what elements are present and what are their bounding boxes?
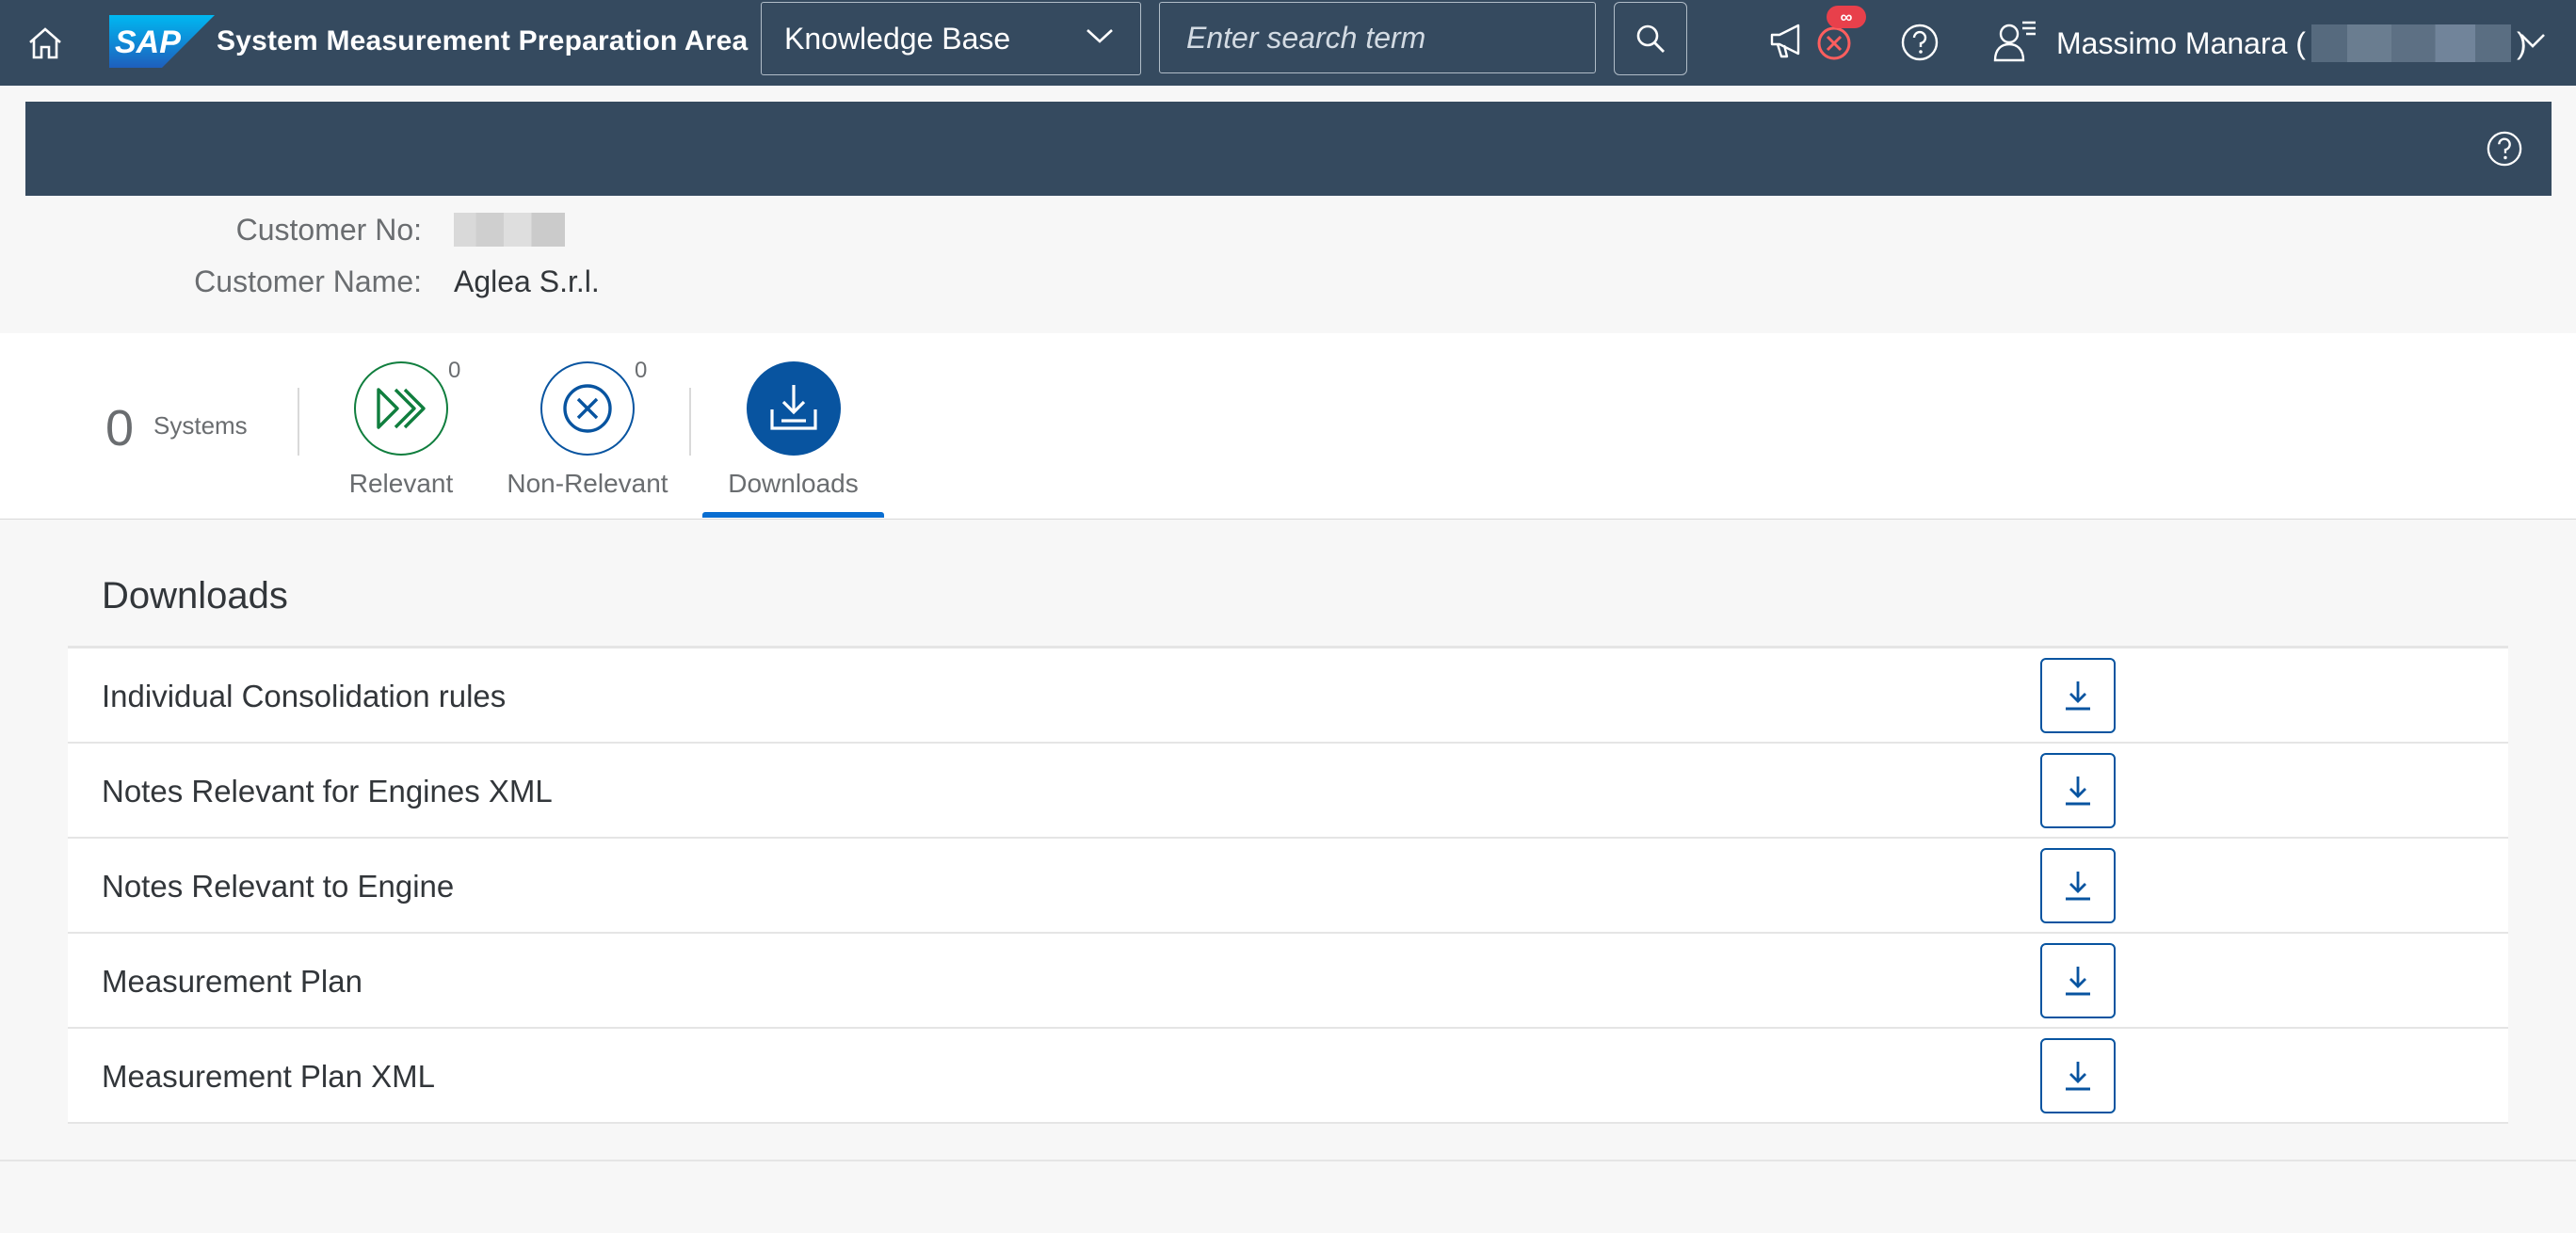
- download-icon: [2066, 681, 2090, 711]
- download-icon: [2066, 777, 2090, 806]
- tab-downloads[interactable]: Downloads: [725, 361, 861, 499]
- list-item: Notes Relevant to Engine: [68, 839, 2508, 934]
- search-icon: [1636, 24, 1665, 53]
- tab-relevant-label: Relevant: [348, 469, 454, 498]
- download-item-label: Notes Relevant to Engine: [102, 869, 455, 904]
- download-icon: [769, 385, 817, 430]
- download-icon: [2066, 872, 2090, 901]
- selected-tab-indicator: [702, 512, 884, 518]
- tab-non-relevant[interactable]: 0 Non-Relevant: [503, 358, 672, 499]
- user-name-text: Massimo Manara (: [2056, 25, 2306, 60]
- search-button[interactable]: [1614, 2, 1687, 75]
- systems-label: Systems: [153, 411, 248, 440]
- select-value: Knowledge Base: [784, 21, 1011, 56]
- list-item: Measurement Plan: [68, 934, 2508, 1029]
- customer-no-label: Customer No:: [235, 213, 422, 247]
- knowledge-base-select[interactable]: Knowledge Base: [761, 2, 1141, 75]
- list-item: Individual Consolidation rules: [68, 649, 2508, 744]
- non-relevant-count: 0: [635, 358, 648, 383]
- download-button[interactable]: [2040, 753, 2116, 828]
- list-item: Measurement Plan XML: [68, 1029, 2508, 1124]
- help-icon[interactable]: [2486, 130, 2523, 168]
- download-item-label: Measurement Plan: [102, 964, 362, 999]
- app-title: System Measurement Preparation Area: [217, 25, 749, 56]
- download-item-label: Notes Relevant for Engines XML: [102, 774, 553, 809]
- downloads-title: Downloads: [102, 575, 288, 616]
- download-button[interactable]: [2040, 848, 2116, 923]
- download-icon: [2066, 1062, 2090, 1091]
- notification-badge: ∞: [1827, 6, 1866, 28]
- user-icon[interactable]: [1992, 19, 2037, 64]
- tab-non-relevant-label: Non-Relevant: [507, 469, 668, 498]
- chevron-down-icon[interactable]: [2520, 32, 2546, 49]
- sap-logo[interactable]: SAP: [109, 15, 215, 72]
- non-relevant-icon-circle: [540, 361, 635, 456]
- chevron-down-icon: [1087, 29, 1113, 43]
- icon-tab-bar: 0 Systems 0 Relevant 0 Non-Relevant Down…: [0, 333, 2576, 520]
- page-header-bar: [25, 102, 2552, 196]
- shell-bar: SAP System Measurement Preparation Area …: [0, 0, 2576, 86]
- error-icon[interactable]: [1815, 24, 1853, 62]
- downloads-icon-circle: [746, 361, 841, 456]
- list-item: Notes Relevant for Engines XML: [68, 744, 2508, 839]
- tab-separator: [298, 388, 299, 456]
- download-icon: [2066, 967, 2090, 996]
- download-item-label: Individual Consolidation rules: [102, 679, 507, 713]
- systems-count: 0: [105, 400, 135, 456]
- download-button[interactable]: [2040, 943, 2116, 1018]
- download-button[interactable]: [2040, 1038, 2116, 1113]
- user-menu[interactable]: Massimo Manara ( ): [2056, 24, 2527, 62]
- home-icon: [29, 27, 61, 59]
- decline-icon: [563, 384, 612, 433]
- download-item-label: Measurement Plan XML: [102, 1059, 435, 1094]
- redacted-user-id: [2310, 24, 2511, 62]
- megaphone-icon[interactable]: [1768, 21, 1806, 60]
- customer-name-label: Customer Name:: [194, 264, 422, 298]
- relevant-icon-circle: [354, 361, 448, 456]
- help-icon[interactable]: [1900, 23, 1940, 62]
- tab-relevant[interactable]: 0 Relevant: [345, 358, 461, 499]
- redacted-customer-no: [454, 213, 565, 247]
- customer-name-value: Aglea S.r.l.: [454, 264, 600, 298]
- tab-separator: [689, 388, 691, 456]
- home-button[interactable]: [21, 19, 70, 68]
- search-input[interactable]: [1159, 2, 1596, 73]
- download-button[interactable]: [2040, 658, 2116, 733]
- relevant-count: 0: [448, 358, 461, 383]
- svg-text:SAP: SAP: [115, 24, 181, 60]
- footer-divider: [0, 1160, 2576, 1161]
- tab-downloads-label: Downloads: [728, 469, 859, 498]
- downloads-list: Individual Consolidation rules Notes Rel…: [68, 646, 2508, 1124]
- fast-forward-icon: [377, 388, 426, 429]
